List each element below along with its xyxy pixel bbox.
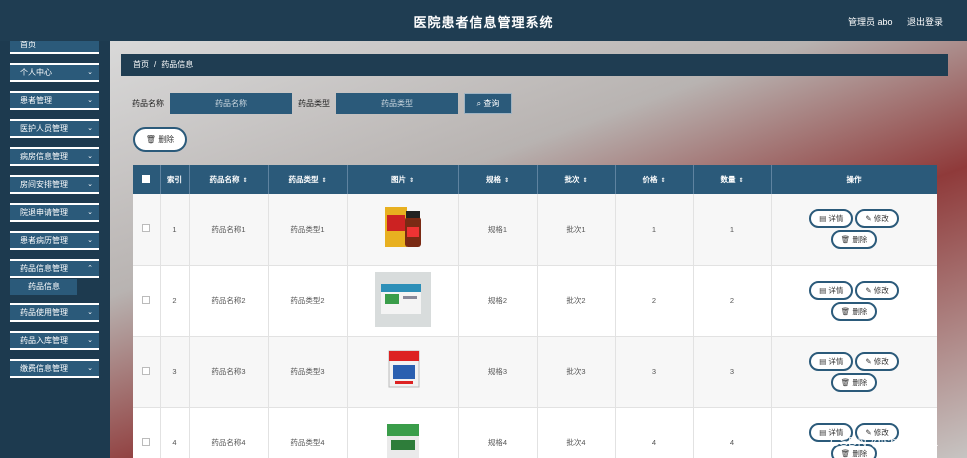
sidebar-item-personal[interactable]: 个人中心 ⌄ bbox=[10, 63, 99, 82]
drug-type-input[interactable] bbox=[336, 93, 458, 114]
sidebar-item-patients[interactable]: 患者管理 ⌄ bbox=[10, 91, 99, 110]
row-checkbox[interactable] bbox=[142, 224, 151, 233]
trash-icon: 🗑 bbox=[840, 377, 851, 387]
sort-icon: ⇕ bbox=[321, 178, 327, 184]
sidebar-item-wards[interactable]: 病房信息管理 ⌄ bbox=[10, 147, 99, 166]
detail-icon: ▤ bbox=[819, 214, 827, 224]
breadcrumb-home[interactable]: 首页 bbox=[133, 60, 149, 69]
sidebar-item-discharge[interactable]: 院退申请管理 ⌄ bbox=[10, 203, 99, 222]
sidebar-item-staff[interactable]: 医护人员管理 ⌄ bbox=[10, 119, 99, 138]
sort-icon: ⇕ bbox=[242, 178, 248, 184]
col-index: 索引 bbox=[160, 165, 190, 194]
sidebar-item-drug-stock[interactable]: 药品入库管理 ⌄ bbox=[10, 331, 99, 350]
sort-icon: ⇕ bbox=[660, 178, 666, 184]
chevron-down-icon: ⌄ bbox=[87, 209, 93, 216]
sidebar-item-drug-usage[interactable]: 药品使用管理 ⌄ bbox=[10, 303, 99, 322]
col-image[interactable]: 图片 ⇕ bbox=[347, 165, 459, 194]
edit-button[interactable]: ✎ 修改 bbox=[855, 351, 899, 371]
trash-icon: 🗑 bbox=[840, 306, 851, 316]
detail-icon: ▤ bbox=[819, 285, 827, 295]
col-actions: 操作 bbox=[771, 165, 937, 194]
table-row: 1 药品名称1 药品类型1 规格1 批次1 1 1 ▤ 详情 ✎ 修改 🗑 删除 bbox=[133, 194, 937, 266]
col-batch[interactable]: 批次 ⇕ bbox=[537, 165, 616, 194]
chevron-down-icon: ⌄ bbox=[87, 69, 93, 76]
sidebar-item-records[interactable]: 患者病历管理 ⌄ bbox=[10, 231, 99, 250]
chevron-down-icon: ⌄ bbox=[87, 153, 93, 160]
logout-link[interactable]: 退出登录 bbox=[907, 15, 943, 28]
table-row: 2 药品名称2 药品类型2 规格2 批次2 2 2 ▤ 详情 ✎ 修改 🗑 删除 bbox=[133, 265, 937, 337]
drug-name-label: 药品名称 bbox=[132, 99, 164, 108]
sidebar: 首页 个人中心 ⌄ 患者管理 ⌄ 医护人员管理 ⌄ 病房信息管理 ⌄ 房间安排管理 ⌄ 院… bbox=[0, 41, 110, 458]
drug-name-input[interactable] bbox=[170, 93, 292, 114]
chevron-down-icon: ⌄ bbox=[87, 337, 93, 344]
table-row: 4 药品名称4 药品类型4 规格4 批次4 4 4 ▤ 详情 ✎ 修改 🗑 删除 bbox=[133, 407, 937, 458]
col-name[interactable]: 药品名称 ⇕ bbox=[189, 165, 269, 194]
chevron-up-icon: ⌃ bbox=[87, 265, 93, 272]
drug-image bbox=[374, 272, 431, 327]
col-price[interactable]: 价格 ⇕ bbox=[615, 165, 694, 194]
edit-button[interactable]: ✎ 修改 bbox=[855, 280, 899, 300]
delete-button[interactable]: 🗑 删除 bbox=[830, 230, 878, 250]
delete-button[interactable]: 🗑 删除 bbox=[830, 372, 878, 392]
row-checkbox[interactable] bbox=[142, 437, 151, 446]
search-button[interactable]: ⌕ 查询 bbox=[464, 93, 512, 114]
top-bar: 医院患者信息管理系统 管理员 abo 退出登录 bbox=[0, 0, 967, 41]
chevron-down-icon: ⌄ bbox=[87, 181, 93, 188]
table-row: 3 药品名称3 药品类型3 规格3 批次3 3 3 ▤ 详情 ✎ 修改 🗑 删除 bbox=[133, 336, 937, 408]
sidebar-item-drugs[interactable]: 药品信息管理 ⌃ bbox=[10, 259, 99, 278]
drug-image bbox=[375, 414, 431, 458]
sort-icon: ⇕ bbox=[738, 178, 744, 184]
app-title: 医院患者信息管理系统 bbox=[413, 15, 554, 30]
sort-icon: ⇕ bbox=[408, 178, 415, 184]
delete-button[interactable]: 🗑 删除 bbox=[830, 301, 878, 321]
select-all-checkbox[interactable] bbox=[142, 174, 151, 183]
edit-icon: ✎ bbox=[865, 356, 872, 366]
edit-icon: ✎ bbox=[865, 285, 872, 295]
trash-icon: 🗑 bbox=[145, 135, 156, 144]
sidebar-item-rooms[interactable]: 房间安排管理 ⌄ bbox=[10, 175, 99, 194]
chevron-down-icon: ⌄ bbox=[87, 365, 93, 372]
watermark: CSDN @sheji1211 bbox=[830, 434, 939, 449]
drug-image bbox=[375, 201, 431, 256]
search-icon: ⌕ bbox=[476, 99, 482, 108]
detail-button[interactable]: ▤ 详情 bbox=[809, 351, 854, 371]
chevron-down-icon: ⌄ bbox=[87, 97, 93, 104]
col-qty[interactable]: 数量 ⇕ bbox=[693, 165, 772, 194]
trash-icon: 🗑 bbox=[840, 235, 851, 245]
sort-icon: ⇕ bbox=[582, 178, 588, 184]
drug-type-label: 药品类型 bbox=[298, 99, 330, 108]
detail-button[interactable]: ▤ 详情 bbox=[809, 280, 854, 300]
chevron-down-icon: ⌄ bbox=[87, 237, 93, 244]
sort-icon: ⇕ bbox=[503, 178, 510, 184]
col-type[interactable]: 药品类型 ⇕ bbox=[268, 165, 348, 194]
col-spec[interactable]: 规格 ⇕ bbox=[458, 165, 538, 194]
trash-icon: 🗑 bbox=[840, 448, 851, 458]
chevron-down-icon: ⌄ bbox=[87, 125, 93, 132]
sidebar-item-payments[interactable]: 缴费信息管理 ⌄ bbox=[10, 359, 99, 378]
drug-table: 索引 药品名称 ⇕ 药品类型 ⇕ 图片 ⇕ 规格 ⇕ 批次 ⇕ 价格 ⇕ 数量 ⇕ 操作 1 … bbox=[133, 165, 937, 458]
batch-delete-button[interactable]: 🗑 删除 bbox=[133, 127, 187, 152]
row-checkbox[interactable] bbox=[142, 366, 151, 375]
sidebar-item-home[interactable]: 首页 bbox=[10, 41, 99, 54]
chevron-down-icon: ⌄ bbox=[87, 309, 93, 316]
main-content: 首页/药品信息 药品名称 药品类型 ⌕ 查询 🗑 删除 索引 药品名称⇕ 药品类… bbox=[110, 41, 967, 458]
edit-button[interactable]: ✎ 修改 bbox=[855, 209, 899, 229]
breadcrumb-current: 药品信息 bbox=[161, 60, 194, 69]
detail-button[interactable]: ▤ 详情 bbox=[809, 209, 854, 229]
row-checkbox[interactable] bbox=[142, 295, 151, 304]
edit-icon: ✎ bbox=[865, 214, 872, 224]
detail-icon: ▤ bbox=[819, 356, 827, 366]
detail-icon: ▤ bbox=[819, 427, 827, 437]
sidebar-subitem-drug-info[interactable]: 药品信息 bbox=[10, 279, 77, 295]
drug-image bbox=[375, 343, 431, 398]
breadcrumb: 首页 / 药品信息 bbox=[121, 54, 948, 76]
current-user: 管理员 abo bbox=[848, 17, 893, 27]
table-header-row: 索引 药品名称 ⇕ 药品类型 ⇕ 图片 ⇕ 规格 ⇕ 批次 ⇕ 价格 ⇕ 数量 ⇕ 操作 bbox=[133, 165, 937, 194]
